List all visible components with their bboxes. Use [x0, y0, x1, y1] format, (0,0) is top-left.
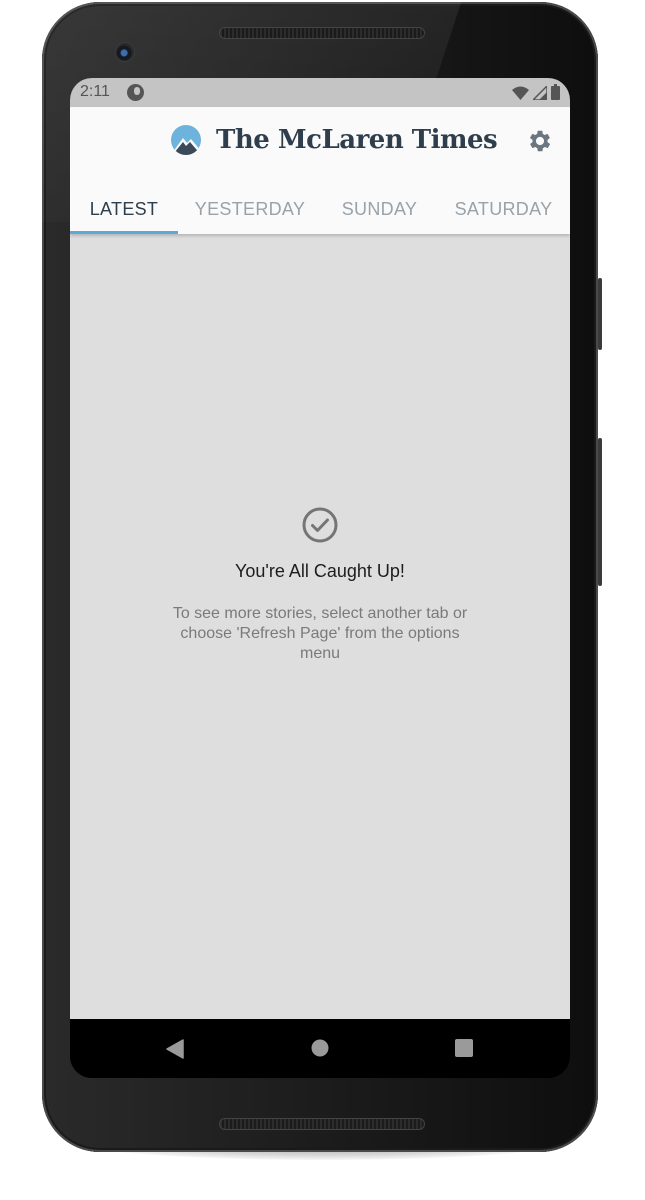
empty-state-title: You're All Caught Up! — [235, 561, 405, 581]
power-button — [598, 278, 602, 350]
status-bar: 2:11 — [70, 78, 570, 107]
gear-icon — [529, 130, 551, 152]
battery-icon — [551, 84, 560, 100]
content-area: You're All Caught Up! To see more storie… — [70, 234, 570, 1019]
tab-saturday[interactable]: SATURDAY — [437, 185, 570, 234]
back-triangle-icon[interactable] — [166, 1039, 184, 1059]
cellular-signal-icon — [533, 86, 547, 100]
home-circle-icon[interactable] — [311, 1039, 329, 1057]
mountain-logo-icon — [171, 125, 201, 155]
empty-state: You're All Caught Up! To see more storie… — [70, 507, 570, 664]
brand: The McLaren Times — [170, 124, 498, 156]
recents-square-icon[interactable] — [455, 1039, 473, 1057]
check-circle-icon — [302, 507, 338, 543]
tab-latest[interactable]: LATEST — [70, 185, 178, 234]
app-title: The McLaren Times — [216, 125, 498, 155]
bottom-speaker — [219, 1118, 425, 1130]
tab-sunday[interactable]: SUNDAY — [322, 185, 437, 234]
screen: 2:11 The McLaren Times LATEST YESTERDAY … — [70, 78, 570, 1078]
navigation-bar — [70, 1019, 570, 1078]
tab-yesterday[interactable]: YESTERDAY — [178, 185, 322, 234]
tab-bar: LATEST YESTERDAY SUNDAY SATURDAY — [70, 185, 570, 234]
app-notification-icon — [127, 84, 144, 101]
volume-button — [598, 438, 602, 586]
front-camera — [115, 42, 135, 62]
status-time: 2:11 — [80, 83, 110, 100]
top-speaker — [219, 27, 425, 39]
empty-state-message: To see more stories, select another tab … — [172, 605, 468, 662]
settings-button[interactable] — [526, 127, 554, 155]
wifi-icon — [512, 86, 529, 100]
status-icons — [512, 84, 560, 100]
app-bar: The McLaren Times LATEST YESTERDAY SUNDA… — [70, 107, 570, 234]
